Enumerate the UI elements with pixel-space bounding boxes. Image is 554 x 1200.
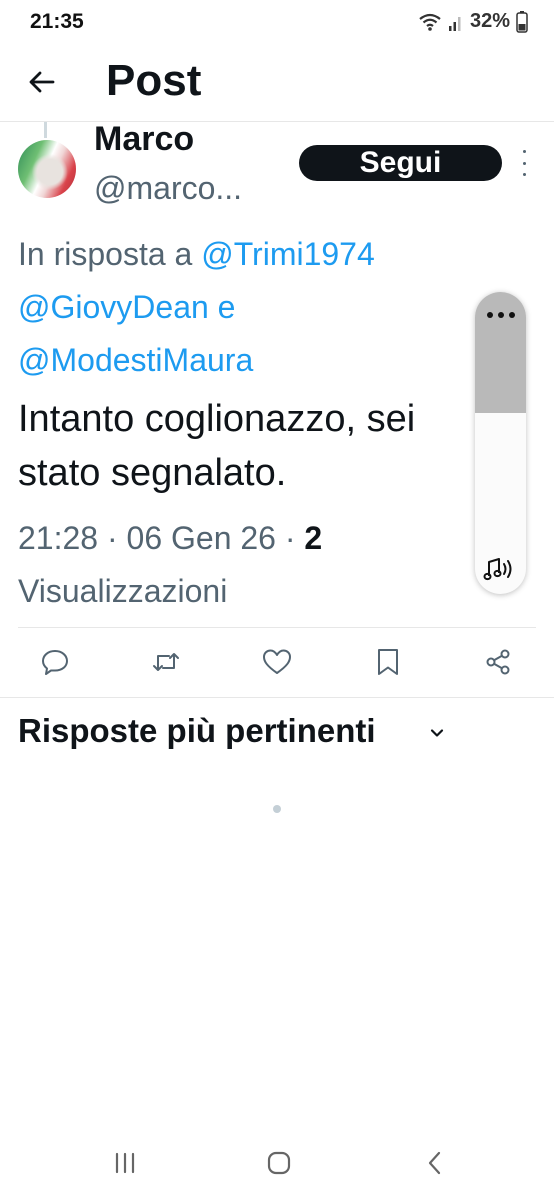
avatar[interactable] [18, 140, 76, 198]
follow-button[interactable]: Segui [299, 145, 502, 181]
chevron-down-icon[interactable] [428, 724, 446, 742]
post-meta: 21:28 · 06 Gen 26 · 2 Visualizzazioni [18, 512, 458, 618]
action-bar [0, 640, 554, 686]
reply-prefix: In risposta a [18, 236, 202, 272]
reply-context: In risposta a @Trimi1974 @GiovyDean e @Mod… [18, 228, 468, 387]
nav-back-icon[interactable] [424, 1150, 446, 1176]
page-title: Post [106, 56, 202, 105]
reply-button[interactable] [33, 640, 77, 684]
repost-button[interactable] [144, 640, 188, 684]
volume-level-fill [475, 292, 526, 413]
media-volume-icon[interactable] [483, 556, 519, 584]
reply-icon [42, 650, 68, 675]
author-name[interactable]: Marco [94, 120, 194, 159]
repost-icon [153, 653, 179, 671]
mention-link[interactable]: @Trimi1974 [201, 236, 375, 272]
status-time: 21:35 [30, 10, 84, 33]
mention-link[interactable]: @GiovyDean [18, 289, 209, 325]
header-divider [0, 121, 554, 122]
actions-divider-bottom [0, 697, 554, 698]
views-label: Visualizzazioni [18, 573, 228, 609]
author-handle[interactable]: @marco... [94, 170, 242, 207]
post-text: Intanto coglionazzo, sei stato segnalato… [18, 398, 416, 494]
bookmark-icon [378, 649, 398, 675]
bookmark-button[interactable] [366, 640, 410, 684]
signal-icon [448, 16, 461, 31]
post-date: 06 Gen 26 [126, 520, 276, 556]
loading-indicator [273, 805, 281, 813]
back-button[interactable] [22, 62, 62, 102]
back-arrow-icon [29, 71, 55, 93]
volume-more-icon[interactable] [487, 312, 515, 320]
meta-separator: · [275, 520, 305, 556]
actions-divider-top [18, 627, 536, 628]
views-count: 2 [304, 520, 323, 556]
like-icon [263, 649, 291, 674]
home-icon[interactable] [266, 1150, 292, 1176]
share-icon [486, 649, 510, 675]
meta-separator: · [98, 520, 127, 556]
battery-icon [516, 10, 528, 33]
mention-joiner: e [208, 289, 236, 325]
mention-link[interactable]: @ModestiMaura [18, 342, 253, 378]
status-icons: 32% [418, 10, 528, 33]
like-button[interactable] [255, 640, 299, 684]
volume-panel[interactable] [475, 292, 526, 594]
more-options-icon[interactable] [518, 150, 530, 176]
battery-percent: 32% [469, 10, 510, 32]
wifi-icon [419, 13, 441, 31]
replies-sort-label[interactable]: Risposte più pertinenti [18, 712, 376, 750]
post-time: 21:28 [18, 520, 99, 556]
share-button[interactable] [476, 640, 520, 684]
thread-line [44, 122, 47, 138]
recent-apps-icon[interactable] [112, 1150, 138, 1176]
